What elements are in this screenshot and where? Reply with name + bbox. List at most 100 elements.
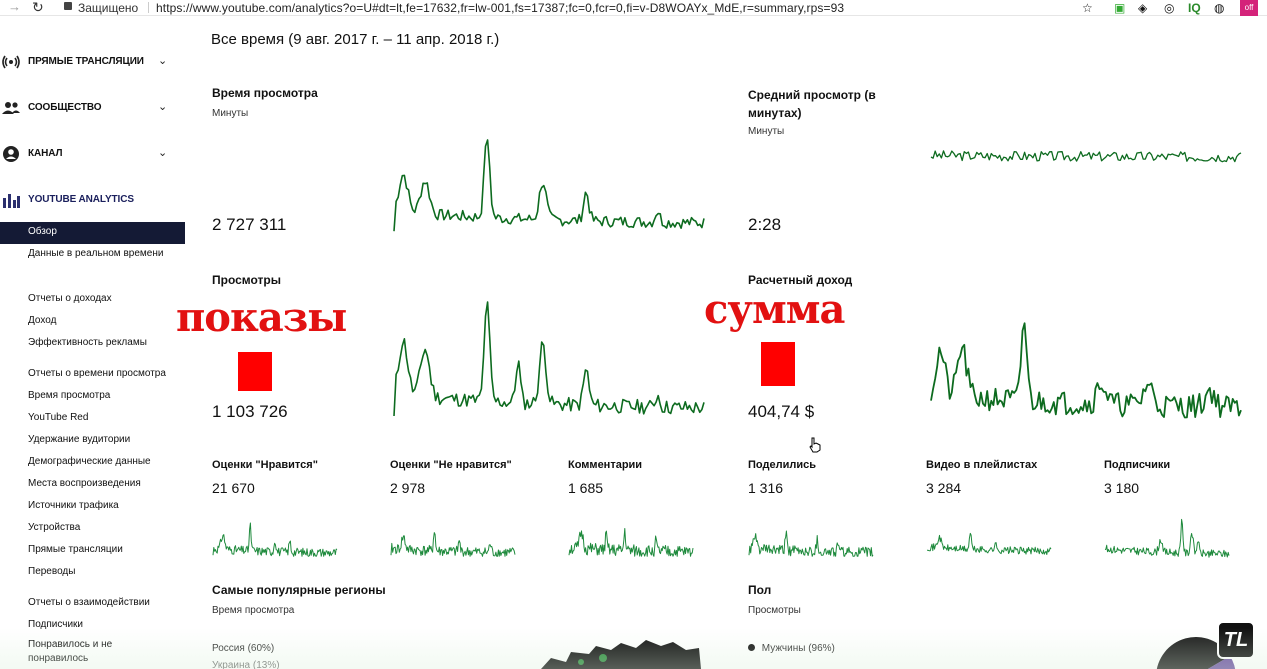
browser-address-bar: → ↻ Защищено https://www.youtube.com/ana…	[0, 0, 1267, 16]
broadcast-icon	[2, 55, 20, 69]
extension-cube-icon[interactable]: ◈	[1138, 1, 1147, 15]
sidebar-item-translations[interactable]: Переводы	[28, 565, 178, 579]
region-pct: (60%)	[247, 643, 275, 654]
metric-title-revenue: Расчетный доход	[748, 273, 853, 287]
secure-label: Защищено	[78, 1, 139, 15]
address-separator	[148, 2, 149, 13]
sidebar-section-community[interactable]: СООБЩЕСТВО ⌄	[0, 97, 186, 119]
small-metric-value-comments: 1 685	[568, 480, 604, 496]
sidebar-item-retention[interactable]: Удержание вудитории	[28, 433, 178, 447]
metric-subtitle-avg-view: Минуты	[748, 126, 785, 137]
extension-off-badge[interactable]: off	[1240, 0, 1258, 16]
avg-view-sparkline	[930, 150, 1242, 163]
sidebar-item-overview[interactable]: Обзор	[0, 222, 185, 244]
region-row: Украина (13%)	[212, 660, 280, 669]
small-metric-title-dislikes: Оценки "Не нравится"	[390, 459, 512, 471]
region-pct: (13%)	[252, 660, 280, 669]
metric-title-views: Просмотры	[212, 273, 282, 287]
reload-icon[interactable]: ↻	[32, 0, 44, 15]
people-icon	[2, 102, 20, 114]
small-metric-value-dislikes: 2 978	[390, 480, 426, 496]
account-icon	[3, 146, 19, 162]
extension-globe-icon[interactable]: ◍	[1214, 1, 1224, 15]
region-name: Россия	[212, 643, 245, 654]
legend-dot-icon	[748, 644, 755, 651]
overlay-label-impressions: показы	[175, 293, 348, 342]
sidebar-section-analytics[interactable]: YOUTUBE ANALYTICS	[0, 189, 186, 211]
analytics-overview: Все время (9 авг. 2017 г. – 11 апр. 2018…	[186, 16, 1267, 669]
lock-icon	[64, 2, 72, 10]
region-name: Украина	[212, 660, 251, 669]
hand-cursor-icon	[809, 437, 821, 453]
extension-green-icon[interactable]: ▣	[1114, 1, 1125, 15]
metric-value-avg-view: 2:28	[748, 215, 782, 234]
small-metric-title-subscribers: Подписчики	[1104, 459, 1171, 471]
sidebar-section-label: ПРЯМЫЕ ТРАНСЛЯЦИИ	[28, 56, 144, 67]
url-field[interactable]: https://www.youtube.com/analytics?o=U#dt…	[156, 1, 844, 15]
metric-title-avg-view: Средний просмотр (в минутах)	[748, 88, 876, 120]
sidebar-section-label: YOUTUBE ANALYTICS	[28, 194, 134, 205]
metric-value-revenue: 404,74 $	[748, 402, 815, 421]
metric-title-watch-time: Время просмотра	[212, 86, 318, 100]
gender-row: Мужчины (96%)	[748, 643, 835, 654]
sidebar-item-revenue[interactable]: Доход	[28, 314, 178, 328]
gender-subtitle: Просмотры	[748, 605, 801, 616]
playlists-sparkline	[926, 532, 1052, 555]
shares-sparkline	[748, 530, 874, 557]
sidebar-item-traffic-sources[interactable]: Источники трафика	[28, 499, 178, 513]
sidebar-item-watch-time-reports[interactable]: Отчеты о времени просмотра	[28, 367, 178, 381]
metric-value-watch-time: 2 727 311	[212, 215, 287, 234]
overlay-label-sum: сумма	[703, 285, 846, 334]
sidebar-section-live[interactable]: ПРЯМЫЕ ТРАНСЛЯЦИИ ⌄	[0, 51, 186, 73]
views-sparkline	[393, 301, 705, 417]
sidebar-section-label: КАНАЛ	[28, 148, 63, 159]
world-map-icon	[541, 640, 701, 669]
regions-title: Самые популярные регионы	[212, 583, 386, 597]
sidebar-item-demographics[interactable]: Демографические данные	[28, 455, 178, 469]
sidebar-item-playback-locations[interactable]: Места воспроизведения	[28, 477, 178, 491]
sidebar-item-youtube-red[interactable]: YouTube Red	[28, 411, 178, 425]
analytics-bars-icon	[3, 194, 20, 208]
likes-sparkline	[212, 522, 338, 557]
bookmark-star-icon[interactable]: ☆	[1082, 1, 1093, 15]
tl-watermark-logo: TL	[1217, 621, 1255, 659]
small-metric-title-shares: Поделились	[748, 459, 816, 471]
sidebar-item-watch-time[interactable]: Время просмотра	[28, 389, 178, 403]
region-row: Россия (60%)	[212, 643, 274, 654]
sidebar-item-revenue-reports[interactable]: Отчеты о доходах	[28, 292, 178, 306]
chevron-down-icon[interactable]: ⌄	[158, 100, 167, 113]
sidebar-item-likes-dislikes[interactable]: Понравилось и не понравилось	[28, 638, 138, 666]
small-metric-value-subscribers: 3 180	[1104, 480, 1140, 496]
small-metric-title-likes: Оценки "Нравится"	[212, 459, 318, 471]
chevron-down-icon[interactable]: ⌄	[158, 54, 167, 67]
gender-title: Пол	[748, 583, 772, 597]
small-metric-title-playlists: Видео в плейлистах	[926, 459, 1038, 471]
comments-sparkline	[568, 528, 694, 557]
sidebar-item-label: Обзор	[28, 226, 57, 237]
regions-subtitle: Время просмотра	[212, 605, 295, 616]
red-marker-left	[238, 352, 272, 391]
date-range-title[interactable]: Все время (9 авг. 2017 г. – 11 апр. 2018…	[211, 31, 499, 48]
small-metric-title-comments: Комментарии	[568, 459, 643, 471]
sidebar-section-channel[interactable]: КАНАЛ ⌄	[0, 143, 186, 165]
extension-iq-icon[interactable]: IQ	[1188, 1, 1201, 15]
sidebar-item-interaction-reports[interactable]: Отчеты о взаимодействии	[28, 596, 178, 610]
forward-arrow-icon[interactable]: →	[8, 0, 21, 14]
sidebar-item-realtime[interactable]: Данные в реальном времени	[28, 247, 178, 261]
sidebar-item-subscribers[interactable]: Подписчики	[28, 618, 178, 632]
dislikes-sparkline	[390, 532, 516, 557]
red-marker-right	[761, 342, 795, 386]
extension-ring-icon[interactable]: ◎	[1164, 1, 1174, 15]
sidebar-item-live-streams[interactable]: Прямые трансляции	[28, 543, 178, 557]
sidebar-item-devices[interactable]: Устройства	[28, 521, 178, 535]
sidebar: ПРЯМЫЕ ТРАНСЛЯЦИИ ⌄ СООБЩЕСТВО ⌄ КАНАЛ ⌄…	[0, 16, 186, 669]
revenue-sparkline	[930, 322, 1242, 419]
chevron-down-icon[interactable]: ⌄	[158, 146, 167, 159]
sidebar-section-label: СООБЩЕСТВО	[28, 102, 102, 113]
gender-name: Мужчины	[761, 643, 806, 654]
small-metric-value-shares: 1 316	[748, 480, 784, 496]
metric-value-views: 1 103 726	[212, 402, 288, 421]
small-metric-value-playlists: 3 284	[926, 480, 962, 496]
gender-pct: (96%)	[808, 643, 835, 654]
sidebar-item-ad-performance[interactable]: Эффективность рекламы	[28, 336, 178, 350]
